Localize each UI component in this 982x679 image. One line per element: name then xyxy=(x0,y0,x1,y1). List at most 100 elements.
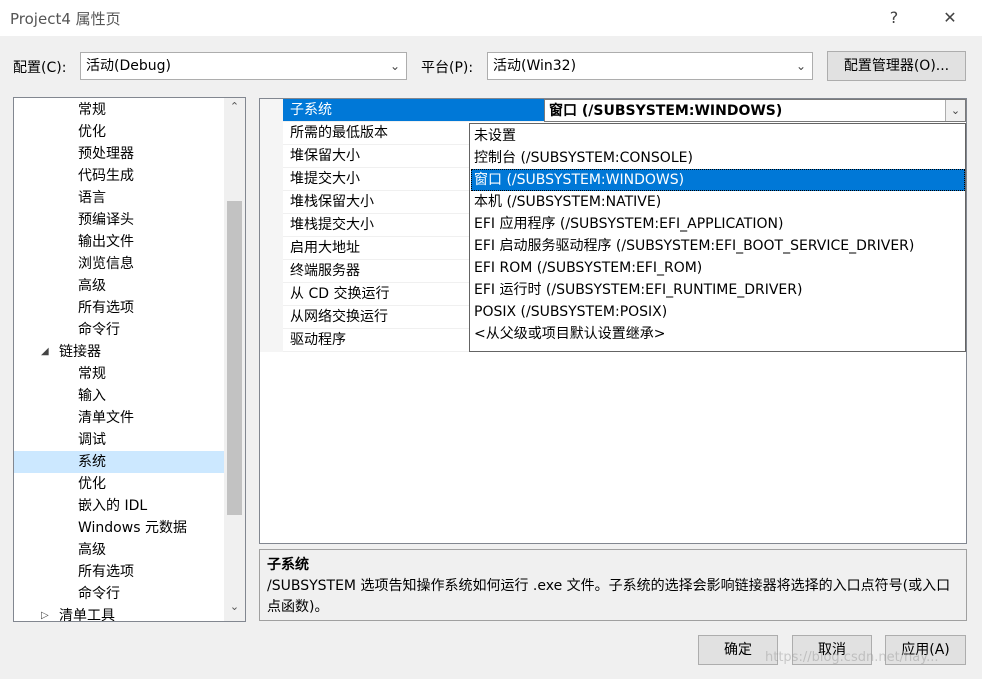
property-name: 从 CD 交换运行 xyxy=(290,286,390,302)
property-name: 堆栈保留大小 xyxy=(290,194,374,210)
tree-item[interactable]: 优化 xyxy=(14,121,224,143)
scroll-down-icon[interactable]: ⌄ xyxy=(224,600,245,618)
chevron-down-icon: ⌄ xyxy=(795,59,806,73)
tree-item[interactable]: 系统 xyxy=(14,451,224,473)
tree-item-label: 预处理器 xyxy=(78,146,134,162)
tree-item-label: 清单工具 xyxy=(59,608,115,622)
tree-item[interactable]: 浏览信息 xyxy=(14,253,224,275)
tree-item-label: 优化 xyxy=(78,124,106,140)
property-name: 从网络交换运行 xyxy=(290,309,388,325)
property-gutter xyxy=(260,306,283,329)
property-gutter xyxy=(260,237,283,260)
description-text: /SUBSYSTEM 选项告知操作系统如何运行 .exe 文件。子系统的选择会影… xyxy=(267,578,951,615)
collapse-arrow-icon[interactable]: ▷ xyxy=(41,605,49,621)
tree-item-label: 所有选项 xyxy=(78,300,134,316)
description-title: 子系统 xyxy=(267,557,309,573)
tree-scrollbar[interactable]: ⌃ ⌄ xyxy=(224,98,245,621)
dropdown-option[interactable]: <从父级或项目默认设置继承> xyxy=(471,323,965,345)
tree-item[interactable]: 优化 xyxy=(14,473,224,495)
platform-select-value: 活动(Win32) xyxy=(493,58,577,74)
close-button[interactable]: ✕ xyxy=(938,6,962,30)
description-panel: 子系统 /SUBSYSTEM 选项告知操作系统如何运行 .exe 文件。子系统的… xyxy=(259,549,967,621)
chevron-down-icon: ⌄ xyxy=(389,59,400,73)
tree-item[interactable]: 语言 xyxy=(14,187,224,209)
tree-item[interactable]: 输入 xyxy=(14,385,224,407)
tree-item-label: 输入 xyxy=(78,388,106,404)
subsystem-value: 窗口 (/SUBSYSTEM:WINDOWS) xyxy=(549,103,783,119)
config-select[interactable]: 活动(Debug) ⌄ xyxy=(80,52,407,80)
dropdown-option[interactable]: 本机 (/SUBSYSTEM:NATIVE) xyxy=(471,191,965,213)
property-gutter xyxy=(260,283,283,306)
tree-item-label: 系统 xyxy=(78,454,106,470)
tree-item[interactable]: 常规 xyxy=(14,99,224,121)
property-gutter xyxy=(260,168,283,191)
tree-item[interactable]: 输出文件 xyxy=(14,231,224,253)
dropdown-option[interactable]: 控制台 (/SUBSYSTEM:CONSOLE) xyxy=(471,147,965,169)
chevron-down-icon[interactable]: ⌄ xyxy=(945,100,965,121)
subsystem-value-combo[interactable]: 窗口 (/SUBSYSTEM:WINDOWS) ⌄ xyxy=(544,99,966,122)
tree-item-label: 浏览信息 xyxy=(78,256,134,272)
tree-item[interactable]: 所有选项 xyxy=(14,561,224,583)
tree-item-label: 所有选项 xyxy=(78,564,134,580)
tree-item-label: 嵌入的 IDL xyxy=(78,498,148,514)
expand-arrow-icon[interactable]: ◢ xyxy=(41,341,49,363)
help-button[interactable]: ? xyxy=(882,6,906,30)
property-name: 堆栈提交大小 xyxy=(290,217,374,233)
tree-item-label: 常规 xyxy=(78,102,106,118)
tree-item[interactable]: ▷ 清单工具 xyxy=(14,605,224,622)
dropdown-option[interactable]: 未设置 xyxy=(471,125,965,147)
dropdown-option[interactable]: EFI 应用程序 (/SUBSYSTEM:EFI_APPLICATION) xyxy=(471,213,965,235)
tree-item[interactable]: 预编译头 xyxy=(14,209,224,231)
tree-item-label: 代码生成 xyxy=(78,168,134,184)
tree-scroll-thumb[interactable] xyxy=(227,201,242,515)
tree-item-label: 命令行 xyxy=(78,586,120,602)
tree-item[interactable]: 高级 xyxy=(14,539,224,561)
tree-item[interactable]: 命令行 xyxy=(14,583,224,605)
property-gutter xyxy=(260,122,283,145)
tree-item-label: 清单文件 xyxy=(78,410,134,426)
property-name: 子系统 xyxy=(290,102,332,118)
tree-item-label: 预编译头 xyxy=(78,212,134,228)
tree-item[interactable]: ◢ 链接器 xyxy=(14,341,224,363)
tree-item[interactable]: 所有选项 xyxy=(14,297,224,319)
dropdown-option[interactable]: POSIX (/SUBSYSTEM:POSIX) xyxy=(471,301,965,323)
tree-item[interactable]: 代码生成 xyxy=(14,165,224,187)
tree-item[interactable]: 高级 xyxy=(14,275,224,297)
property-gutter xyxy=(260,145,283,168)
property-gutter xyxy=(260,214,283,237)
subsystem-dropdown: 未设置 控制台 (/SUBSYSTEM:CONSOLE) 窗口 (/SUBSYSTE… xyxy=(469,123,966,352)
config-label: 配置(C): xyxy=(13,60,67,76)
dropdown-option[interactable]: EFI ROM (/SUBSYSTEM:EFI_ROM) xyxy=(471,257,965,279)
property-name: 启用大地址 xyxy=(290,240,360,256)
tree-item[interactable]: Windows 元数据 xyxy=(14,517,224,539)
platform-select[interactable]: 活动(Win32) ⌄ xyxy=(487,52,813,80)
property-name: 堆保留大小 xyxy=(290,148,360,164)
tree-item[interactable]: 命令行 xyxy=(14,319,224,341)
tree-item-label: 链接器 xyxy=(59,344,101,360)
property-name: 驱动程序 xyxy=(290,332,346,348)
tree-item[interactable]: 常规 xyxy=(14,363,224,385)
tree-item-label: Windows 元数据 xyxy=(78,520,187,536)
scroll-up-icon[interactable]: ⌃ xyxy=(224,100,245,118)
tree-item-label: 语言 xyxy=(78,190,106,206)
dropdown-option[interactable]: EFI 启动服务驱动程序 (/SUBSYSTEM:EFI_BOOT_SERVIC… xyxy=(471,235,965,257)
property-gutter xyxy=(260,191,283,214)
dropdown-option[interactable]: 窗口 (/SUBSYSTEM:WINDOWS) xyxy=(471,169,965,191)
dropdown-option[interactable]: EFI 运行时 (/SUBSYSTEM:EFI_RUNTIME_DRIVER) xyxy=(471,279,965,301)
tree-item[interactable]: 嵌入的 IDL xyxy=(14,495,224,517)
tree-item-label: 输出文件 xyxy=(78,234,134,250)
tree-item[interactable]: 预处理器 xyxy=(14,143,224,165)
property-name: 终端服务器 xyxy=(290,263,360,279)
tree-item[interactable]: 清单文件 xyxy=(14,407,224,429)
config-manager-button[interactable]: 配置管理器(O)... xyxy=(827,51,966,81)
tree-item[interactable]: 调试 xyxy=(14,429,224,451)
config-select-value: 活动(Debug) xyxy=(86,58,171,74)
platform-label: 平台(P): xyxy=(421,60,474,76)
property-gutter xyxy=(260,329,283,352)
title-bar: Project4 属性页 ? ✕ xyxy=(0,0,982,36)
tree-item-label: 命令行 xyxy=(78,322,120,338)
watermark: https://blog.csdn.net/hay... xyxy=(765,650,939,665)
category-tree: 常规 优化 预处理器 代码生成 语言 预编译头 输出文件 浏览信息 高级 所有选项 命令行 ◢ 链接器常… xyxy=(13,97,246,622)
tree-item-label: 常规 xyxy=(78,366,106,382)
tree-item-label: 高级 xyxy=(78,542,106,558)
